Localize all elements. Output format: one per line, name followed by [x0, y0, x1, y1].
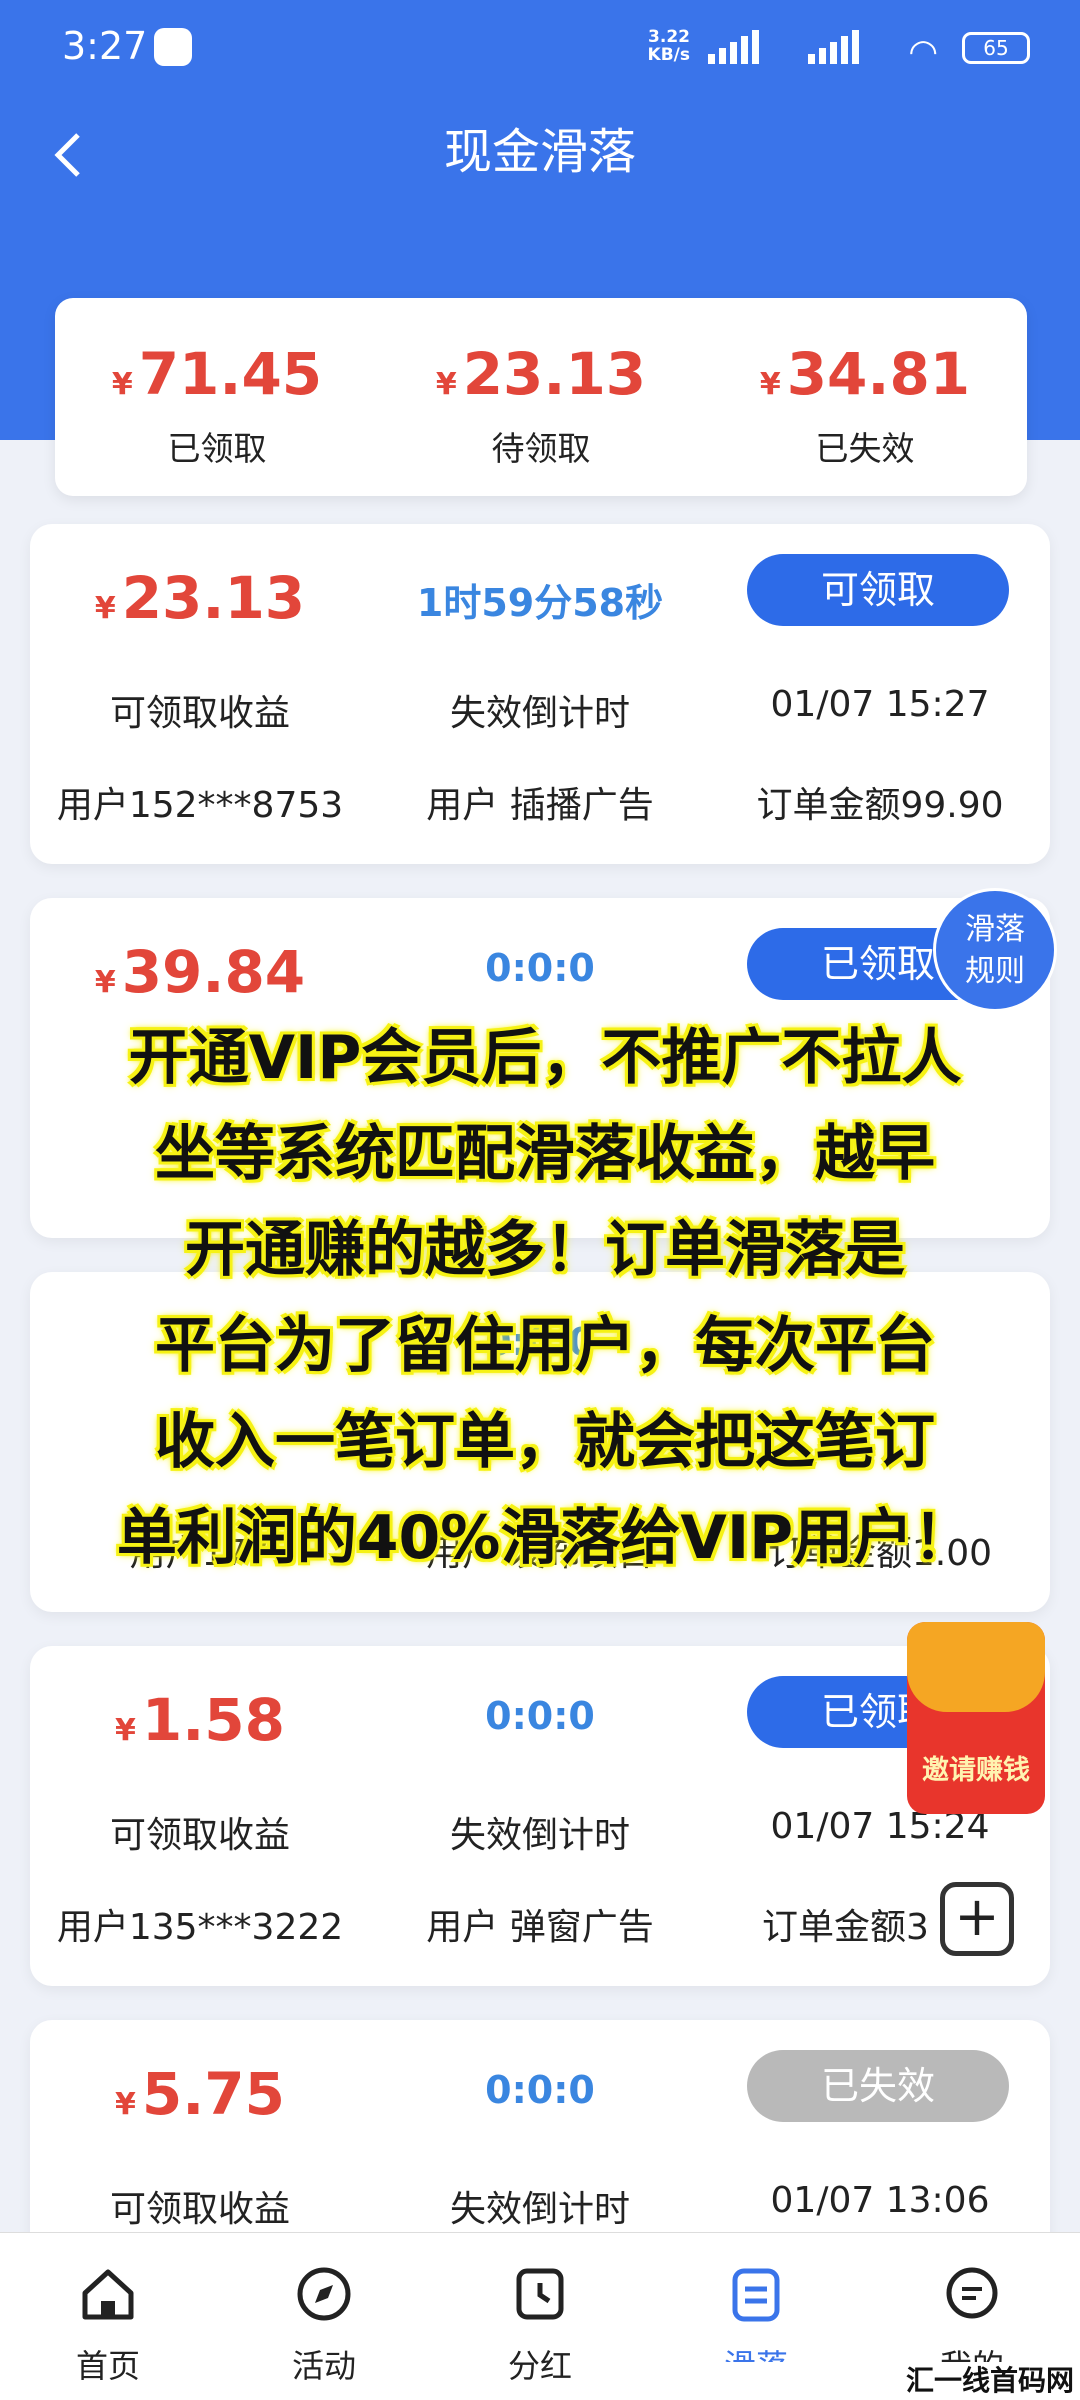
promo-line: 坐等系统匹配滑落收益，越早 [155, 1119, 935, 1189]
order-user: 用户152***8753 [56, 785, 344, 826]
amount-label: 可领取收益 [109, 2189, 290, 2230]
order-source: 用户 插播广告 [426, 785, 654, 826]
summary-card: ¥71.45 已领取 ¥23.13 待领取 ¥34.81 已失效 [55, 298, 1027, 496]
battery-icon: 65 [962, 32, 1030, 64]
promo-line: 收入一笔订单，就会把这笔订 [155, 1407, 935, 1477]
home-icon [82, 2269, 134, 2320]
order-user: 用户135***3222 [56, 1907, 344, 1948]
promo-line: 单利润的40%滑落给VIP用户！ [116, 1503, 974, 1573]
amount-label: 可领取收益 [109, 693, 290, 734]
compass-icon [297, 2267, 351, 2321]
countdown-label: 失效倒计时 [449, 1815, 630, 1856]
order-amount: ¥5.75 [115, 2060, 285, 2128]
signal-icon [708, 30, 762, 64]
status-time: 3:27 [62, 24, 148, 68]
order-amount: ¥23.13 [94, 564, 306, 632]
network-speed: 3.22 KB/s [647, 27, 690, 65]
clipboard-icon [732, 2268, 780, 2322]
page-title: 现金滑落 [443, 124, 636, 180]
amount-label: 可领取收益 [109, 1815, 290, 1856]
nav-activity[interactable]: 活动 [216, 2233, 432, 2400]
order-card: ¥1.58 0:0:0 已领取 可领取收益 失效倒计时 01/07 15:24 … [30, 1646, 1050, 1986]
order-time: 01/07 15:27 [770, 684, 990, 725]
plus-icon[interactable]: + [940, 1882, 1014, 1956]
order-countdown: 0:0:0 [485, 1694, 595, 1738]
order-total: 订单金额99.90 [756, 785, 1004, 826]
watermark: 汇一线首码网 www.huiyixian.com [700, 2362, 1080, 2400]
order-time: 01/07 13:06 [770, 2180, 990, 2221]
summary-expired: ¥34.81 已失效 [759, 340, 971, 468]
invite-earn-button[interactable]: 邀请赚钱 [907, 1622, 1045, 1814]
clock-icon [516, 2268, 564, 2320]
order-countdown: 1时59分58秒 [416, 581, 664, 625]
nav-dividend[interactable]: 分红 [432, 2233, 648, 2400]
order-countdown: 0:0:0 [485, 946, 595, 990]
order-card: ¥23.13 1时59分58秒 可领取 可领取收益 失效倒计时 01/07 15… [30, 524, 1050, 864]
signal-icon [808, 30, 862, 64]
app-notification-icon [154, 28, 192, 66]
claim-button[interactable]: 可领取 [747, 554, 1009, 626]
order-source: 用户 弹窗广告 [426, 1907, 654, 1948]
summary-claimed: ¥71.45 已领取 [111, 340, 323, 468]
expired-button[interactable]: 已失效 [747, 2050, 1009, 2122]
order-amount: ¥1.58 [115, 1686, 285, 1754]
promo-line: 开通VIP会员后，不推广不拉人 [128, 1023, 962, 1093]
status-bar: 3:27 3.22 KB/s ◠ 65 [62, 22, 1030, 78]
nav-home[interactable]: 首页 [0, 2233, 216, 2400]
promo-line: 开通赚的越多！订单滑落是 [185, 1215, 905, 1285]
countdown-label: 失效倒计时 [449, 693, 630, 734]
red-packet-icon [907, 1622, 1045, 1712]
order-amount: ¥39.84 [94, 938, 306, 1006]
promo-line: 平台为了留住用户，每次平台 [155, 1311, 935, 1381]
rules-button[interactable]: 滑落 规则 [933, 888, 1057, 1012]
wifi-icon: ◠ [908, 32, 938, 72]
order-countdown: 0:0:0 [485, 2068, 595, 2112]
chat-icon [946, 2267, 998, 2319]
countdown-label: 失效倒计时 [449, 2189, 630, 2230]
promo-overlay: 开通VIP会员后，不推广不拉人 坐等系统匹配滑落收益，越早 开通赚的越多！订单滑… [30, 1010, 1060, 1586]
summary-pending: ¥23.13 待领取 [435, 340, 647, 468]
